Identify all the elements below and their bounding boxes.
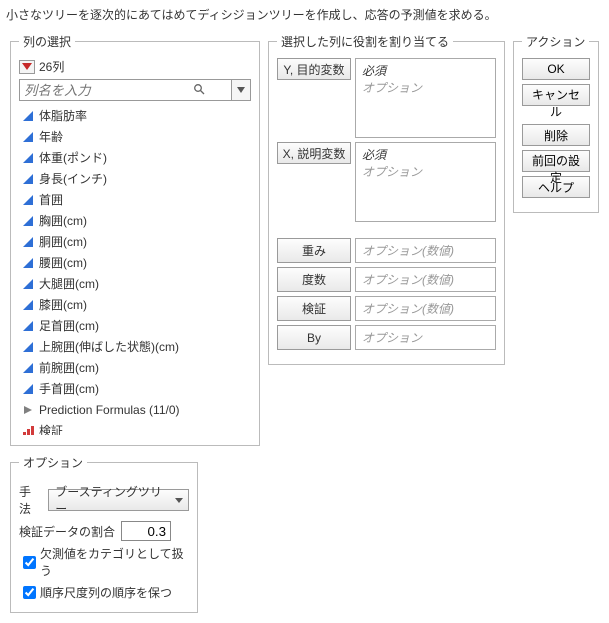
column-item[interactable]: 足首囲(cm) bbox=[19, 315, 251, 336]
continuous-icon bbox=[21, 341, 35, 353]
role-panel: 選択した列に役割を割り当てる Y, 目的変数必須オプションX, 説明変数必須オプ… bbox=[268, 33, 505, 365]
column-item-label: 年齢 bbox=[39, 128, 63, 145]
continuous-icon bbox=[21, 194, 35, 206]
column-item-label: 前腕囲(cm) bbox=[39, 359, 99, 376]
role-drop-box[interactable]: オプション bbox=[355, 325, 496, 350]
column-item[interactable]: 体重(ポンド) bbox=[19, 147, 251, 168]
continuous-icon bbox=[21, 320, 35, 332]
group-expand-icon bbox=[21, 405, 35, 415]
continuous-icon bbox=[21, 383, 35, 395]
description-text: 小さなツリーを逐次的にあてはめてディシジョンツリーを作成し、応答の予測値を求める… bbox=[6, 6, 603, 23]
continuous-icon bbox=[21, 131, 35, 143]
continuous-icon bbox=[21, 173, 35, 185]
column-item-label: 体重(ポンド) bbox=[39, 149, 107, 166]
role-button[interactable]: 重み bbox=[277, 238, 351, 263]
role-button[interactable]: By bbox=[277, 325, 351, 350]
role-button[interactable]: 検証 bbox=[277, 296, 351, 321]
column-item-label: 検証 bbox=[39, 422, 63, 435]
column-item-label: 手首囲(cm) bbox=[39, 380, 99, 397]
role-optional-label: オプション bbox=[362, 163, 489, 180]
missing-as-category-checkbox[interactable] bbox=[23, 556, 36, 569]
missing-as-category-label: 欠測値をカテゴリとして扱う bbox=[40, 545, 189, 579]
role-optional-label: オプション(数値) bbox=[362, 271, 489, 288]
role-button[interactable]: 度数 bbox=[277, 267, 351, 292]
column-item-label: 膝囲(cm) bbox=[39, 296, 87, 313]
continuous-icon bbox=[21, 299, 35, 311]
column-item-label: 大腿囲(cm) bbox=[39, 275, 99, 292]
column-search-dropdown[interactable] bbox=[231, 79, 251, 101]
role-drop-box[interactable]: 必須オプション bbox=[355, 58, 496, 138]
column-item-label: 上腕囲(伸ばした状態)(cm) bbox=[39, 338, 179, 355]
column-count-label: 26列 bbox=[39, 58, 64, 75]
role-button[interactable]: X, 説明変数 bbox=[277, 142, 351, 164]
column-select-legend: 列の選択 bbox=[19, 33, 75, 50]
column-item[interactable]: 大腿囲(cm) bbox=[19, 273, 251, 294]
column-item[interactable]: 年齢 bbox=[19, 126, 251, 147]
column-item-label: 足首囲(cm) bbox=[39, 317, 99, 334]
column-item-label: 身長(インチ) bbox=[39, 170, 107, 187]
column-list: 体脂肪率年齢体重(ポンド) 身長(インチ) 首囲胸囲(cm) 胴囲(cm) 腰囲(cm)… bbox=[19, 105, 251, 435]
cancel-button[interactable]: キャンセル bbox=[522, 84, 590, 106]
role-optional-label: オプション(数値) bbox=[362, 300, 489, 317]
action-panel-legend: アクション bbox=[522, 33, 589, 50]
role-drop-box[interactable]: オプション(数値) bbox=[355, 296, 496, 321]
column-item[interactable]: 上腕囲(伸ばした状態)(cm) bbox=[19, 336, 251, 357]
continuous-icon bbox=[21, 215, 35, 227]
continuous-icon bbox=[21, 362, 35, 374]
keep-ordinal-order-checkbox[interactable] bbox=[23, 586, 36, 599]
continuous-icon bbox=[21, 257, 35, 269]
column-item[interactable]: 首囲 bbox=[19, 189, 251, 210]
continuous-icon bbox=[21, 152, 35, 164]
column-item-label: Prediction Formulas (11/0) bbox=[39, 403, 180, 417]
options-panel: オプション 手法 ブースティングツリー 検証データの割合 欠測値をカテゴリとして… bbox=[10, 454, 198, 613]
column-item[interactable]: Prediction Formulas (11/0) bbox=[19, 399, 251, 420]
column-item-label: 胴囲(cm) bbox=[39, 233, 87, 250]
role-drop-box[interactable]: オプション(数値) bbox=[355, 267, 496, 292]
column-item-label: 腰囲(cm) bbox=[39, 254, 87, 271]
column-item[interactable]: 検証 bbox=[19, 420, 251, 435]
role-required-label: 必須 bbox=[362, 62, 489, 79]
column-item-label: 体脂肪率 bbox=[39, 107, 87, 124]
role-optional-label: オプション bbox=[362, 79, 489, 96]
options-legend: オプション bbox=[19, 454, 87, 471]
column-item[interactable]: 手首囲(cm) bbox=[19, 378, 251, 399]
column-search-input[interactable] bbox=[19, 79, 231, 101]
column-item[interactable]: 胴囲(cm) bbox=[19, 231, 251, 252]
action-panel: アクション OK キャンセル 削除 前回の設定 ヘルプ bbox=[513, 33, 599, 213]
column-select-panel: 列の選択 26列 体脂肪率年齢体重(ポンド) 身長(インチ) 首囲胸囲(cm) 胴囲(… bbox=[10, 33, 260, 446]
ratio-input[interactable] bbox=[121, 521, 171, 541]
ratio-label: 検証データの割合 bbox=[19, 523, 115, 540]
ok-button[interactable]: OK bbox=[522, 58, 590, 80]
column-item-label: 首囲 bbox=[39, 191, 63, 208]
continuous-icon bbox=[21, 110, 35, 122]
role-drop-box[interactable]: オプション(数値) bbox=[355, 238, 496, 263]
column-item[interactable]: 腰囲(cm) bbox=[19, 252, 251, 273]
remove-button[interactable]: 削除 bbox=[522, 124, 590, 146]
keep-ordinal-order-label: 順序尺度列の順序を保つ bbox=[40, 584, 172, 601]
column-menu-button[interactable] bbox=[19, 60, 35, 74]
recall-button[interactable]: 前回の設定 bbox=[522, 150, 590, 172]
method-select[interactable]: ブースティングツリー bbox=[48, 489, 189, 511]
role-optional-label: オプション bbox=[362, 329, 489, 346]
column-item-label: 胸囲(cm) bbox=[39, 212, 87, 229]
column-item[interactable]: 身長(インチ) bbox=[19, 168, 251, 189]
column-item[interactable]: 前腕囲(cm) bbox=[19, 357, 251, 378]
continuous-icon bbox=[21, 278, 35, 290]
role-panel-legend: 選択した列に役割を割り当てる bbox=[277, 33, 453, 50]
role-drop-box[interactable]: 必須オプション bbox=[355, 142, 496, 222]
role-required-label: 必須 bbox=[362, 146, 489, 163]
help-button[interactable]: ヘルプ bbox=[522, 176, 590, 198]
column-item[interactable]: 胸囲(cm) bbox=[19, 210, 251, 231]
method-label: 手法 bbox=[19, 483, 42, 517]
nominal-icon bbox=[21, 425, 35, 436]
continuous-icon bbox=[21, 236, 35, 248]
column-item[interactable]: 体脂肪率 bbox=[19, 105, 251, 126]
role-button[interactable]: Y, 目的変数 bbox=[277, 58, 351, 80]
role-optional-label: オプション(数値) bbox=[362, 242, 489, 259]
column-item[interactable]: 膝囲(cm) bbox=[19, 294, 251, 315]
